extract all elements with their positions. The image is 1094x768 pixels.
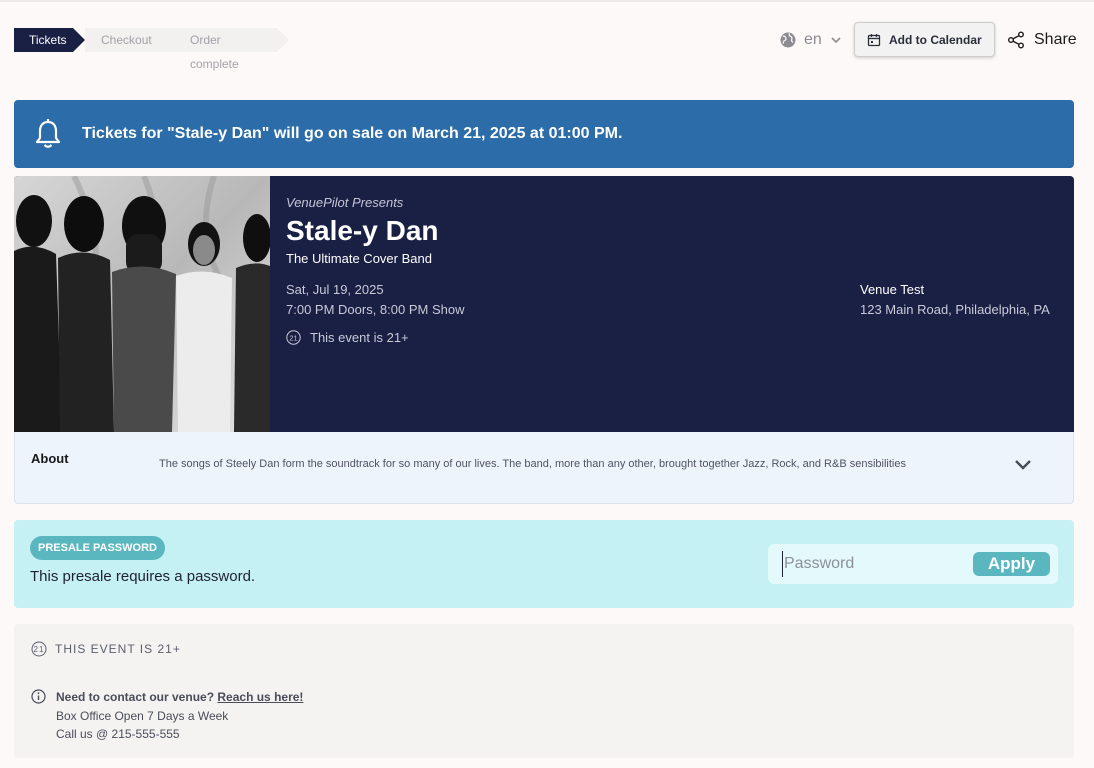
on-sale-banner: Tickets for "Stale-y Dan" will go on sal… <box>14 100 1074 168</box>
chevron-down-icon[interactable] <box>1014 458 1032 472</box>
event-presenter: VenuePilot Presents <box>286 195 404 210</box>
chevron-down-icon <box>831 37 841 44</box>
add-to-calendar-button[interactable]: Add to Calendar <box>854 22 995 57</box>
language-label: en <box>804 31 822 48</box>
age-restriction-text: This event is 21+ <box>310 330 409 345</box>
age-21-icon: 21 <box>31 641 47 657</box>
step-order-complete: Order complete <box>175 28 289 71</box>
apply-button[interactable]: Apply <box>973 552 1050 576</box>
venue-address: 123 Main Road, Philadelphia, PA <box>860 302 1050 317</box>
top-divider <box>0 0 1094 2</box>
event-times: 7:00 PM Doors, 8:00 PM Show <box>286 302 465 317</box>
event-date: Sat, Jul 19, 2025 <box>286 282 384 297</box>
presale-badge: PRESALE PASSWORD <box>30 536 165 560</box>
age-21-icon: 21 <box>286 330 301 345</box>
info-age-21-icon-label: 21 <box>34 645 45 654</box>
box-office-hours: Box Office Open 7 Days a Week <box>56 709 229 723</box>
event-title: Stale-y Dan <box>286 215 439 246</box>
share-icon <box>1008 31 1024 49</box>
info-age-restriction: 21 THIS EVENT IS 21+ <box>31 641 181 657</box>
info-icon <box>31 689 46 704</box>
presale-section: PRESALE PASSWORD This presale requires a… <box>14 520 1074 608</box>
password-input[interactable] <box>782 551 962 577</box>
checkout-steps: Tickets Checkout Order complete <box>14 28 289 71</box>
contact-prompt: Need to contact our venue? <box>56 690 215 704</box>
event-photo <box>14 176 270 432</box>
age-restriction: 21 This event is 21+ <box>286 330 409 345</box>
password-form: Apply <box>768 544 1058 584</box>
step-tickets: Tickets <box>14 28 85 52</box>
calendar-icon <box>867 33 881 46</box>
event-info-section: 21 THIS EVENT IS 21+ Need to contact our… <box>14 624 1074 758</box>
event-subtitle: The Ultimate Cover Band <box>286 251 432 266</box>
info-age-text: THIS EVENT IS 21+ <box>55 642 181 656</box>
event-header: VenuePilot Presents Stale-y Dan The Ulti… <box>14 176 1074 432</box>
on-sale-text: Tickets for "Stale-y Dan" will go on sal… <box>82 125 623 142</box>
about-section[interactable]: About The songs of Steely Dan form the s… <box>14 432 1074 504</box>
contact-link[interactable]: Reach us here! <box>217 690 303 704</box>
venue-name: Venue Test <box>860 282 925 297</box>
contact-phone: Call us @ 215-555-555 <box>56 727 180 741</box>
age-21-icon-label: 21 <box>289 333 297 342</box>
about-label: About <box>31 451 69 466</box>
share-button[interactable]: Share <box>1007 29 1077 51</box>
contact-line: Need to contact our venue? Reach us here… <box>56 690 303 704</box>
add-to-calendar-label: Add to Calendar <box>889 32 982 47</box>
globe-icon <box>780 32 796 48</box>
presale-description: This presale requires a password. <box>30 568 256 585</box>
share-label: Share <box>1034 31 1077 48</box>
bell-icon <box>35 119 61 148</box>
about-text: The songs of Steely Dan form the soundtr… <box>159 458 906 470</box>
step-checkout: Checkout <box>85 28 175 52</box>
language-selector[interactable]: en <box>779 29 842 51</box>
